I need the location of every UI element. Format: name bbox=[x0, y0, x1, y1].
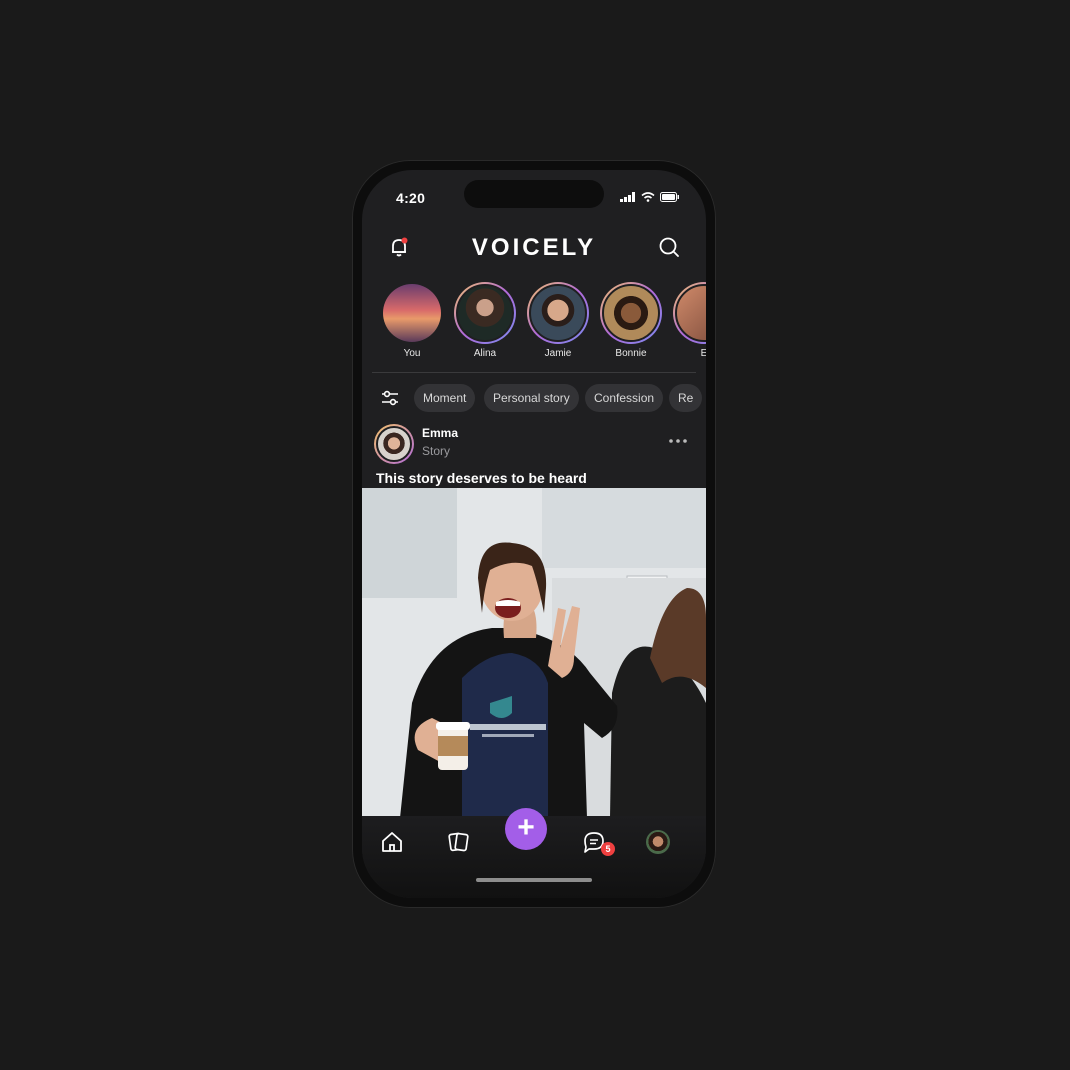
signal-icon bbox=[620, 192, 635, 202]
phone-frame: 4:20 VOICELY You Alina Jamie Bonnie E Mo… bbox=[352, 160, 716, 908]
story-ring bbox=[673, 282, 706, 344]
story-ring bbox=[600, 282, 662, 344]
story-name: Jamie bbox=[544, 348, 572, 359]
search-icon[interactable] bbox=[658, 236, 680, 258]
divider bbox=[372, 372, 696, 373]
story-ring bbox=[454, 282, 516, 344]
stories-row: You Alina Jamie Bonnie E bbox=[380, 282, 706, 362]
profile-avatar[interactable] bbox=[646, 830, 670, 854]
create-post-button[interactable]: + bbox=[505, 808, 547, 850]
post-header: Emma Story bbox=[374, 424, 694, 468]
status-icons bbox=[620, 192, 680, 202]
messages-badge: 5 bbox=[601, 842, 615, 856]
post-image bbox=[362, 488, 706, 818]
post-title: This story deserves to be heard bbox=[376, 470, 587, 486]
app-screen: 4:20 VOICELY You Alina Jamie Bonnie E Mo… bbox=[362, 170, 706, 898]
bottom-tab-bar: + 5 bbox=[362, 808, 706, 898]
app-logo: VOICELY bbox=[471, 234, 597, 261]
story-name: Alina bbox=[473, 348, 497, 359]
story-name: Bonnie bbox=[615, 348, 647, 359]
story-ring bbox=[381, 282, 443, 344]
app-header: VOICELY bbox=[362, 228, 706, 268]
avatar bbox=[675, 284, 706, 342]
story-name: E bbox=[700, 348, 706, 359]
filter-chip-moment[interactable]: Moment bbox=[414, 384, 476, 412]
notch bbox=[464, 180, 604, 208]
home-indicator bbox=[476, 878, 592, 882]
story-alina[interactable]: Alina bbox=[453, 282, 517, 359]
avatar bbox=[602, 284, 660, 342]
story-jamie[interactable]: Jamie bbox=[526, 282, 590, 359]
avatar bbox=[529, 284, 587, 342]
home-icon[interactable] bbox=[380, 830, 404, 854]
filter-chip-personal-story[interactable]: Personal story bbox=[484, 384, 579, 412]
post-avatar[interactable] bbox=[374, 424, 414, 464]
post-type: Story bbox=[422, 444, 451, 458]
story-partial[interactable]: E bbox=[672, 282, 706, 359]
avatar bbox=[456, 284, 514, 342]
post-author[interactable]: Emma bbox=[422, 426, 458, 440]
filter-sliders-icon[interactable] bbox=[380, 388, 400, 408]
battery-icon bbox=[660, 192, 679, 202]
avatar bbox=[376, 426, 412, 462]
cards-icon[interactable] bbox=[446, 830, 470, 854]
filter-chip-confession[interactable]: Confession bbox=[585, 384, 664, 412]
filter-chip-more[interactable]: Re bbox=[669, 384, 703, 412]
wifi-icon bbox=[641, 192, 655, 202]
filter-bar: Moment Personal story Confession Re bbox=[380, 384, 706, 412]
story-you[interactable]: You bbox=[380, 282, 444, 359]
status-time: 4:20 bbox=[396, 190, 426, 206]
story-bonnie[interactable]: Bonnie bbox=[599, 282, 663, 359]
post-photo[interactable] bbox=[362, 488, 706, 818]
more-options-icon[interactable] bbox=[668, 438, 688, 444]
story-name: You bbox=[403, 348, 421, 359]
avatar bbox=[383, 284, 441, 342]
story-ring bbox=[527, 282, 589, 344]
